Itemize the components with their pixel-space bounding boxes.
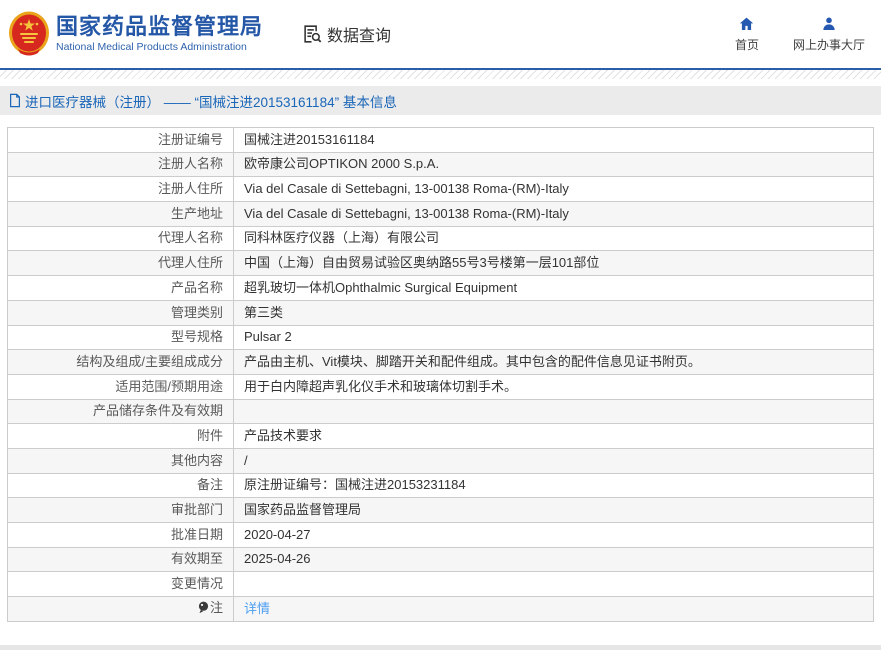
table-row: 产品名称 超乳玻切一体机Ophthalmic Surgical Equipmen… bbox=[8, 276, 874, 301]
row-value: Via del Casale di Settebagni, 13-00138 R… bbox=[234, 202, 874, 227]
registration-info-table: 注册证编号 国械注进20153161184 注册人名称 欧帝康公司OPTIKON… bbox=[7, 127, 874, 622]
row-label: 注册人住所 bbox=[8, 177, 234, 202]
row-value: 中国（上海）自由贸易试验区奥纳路55号3号楼第一层101部位 bbox=[234, 251, 874, 276]
data-query-label: 数据查询 bbox=[327, 22, 391, 46]
row-value bbox=[234, 572, 874, 597]
row-label: 结构及组成/主要组成成分 bbox=[8, 350, 234, 375]
row-value: Via del Casale di Settebagni, 13-00138 R… bbox=[234, 177, 874, 202]
row-label: 有效期至 bbox=[8, 547, 234, 572]
row-label: 型号规格 bbox=[8, 325, 234, 350]
row-label: 附件 bbox=[8, 424, 234, 449]
table-row: 注册证编号 国械注进20153161184 bbox=[8, 128, 874, 153]
table-row: 注册人名称 欧帝康公司OPTIKON 2000 S.p.A. bbox=[8, 152, 874, 177]
row-label: 产品名称 bbox=[8, 276, 234, 301]
pin-icon bbox=[198, 601, 209, 618]
table-row: 结构及组成/主要组成成分 产品由主机、Vit模块、脚踏开关和配件组成。其中包含的… bbox=[8, 350, 874, 375]
table-row: 适用范围/预期用途 用于白内障超声乳化仪手术和玻璃体切割手术。 bbox=[8, 374, 874, 399]
data-query-icon bbox=[301, 23, 323, 45]
breadcrumb-text: 进口医疗器械（注册） —— “国械注进20153161184” 基本信息 bbox=[25, 91, 397, 111]
row-label: 其他内容 bbox=[8, 448, 234, 473]
detail-link[interactable]: 详情 bbox=[244, 601, 270, 616]
row-label: 批准日期 bbox=[8, 523, 234, 548]
footer-strip bbox=[0, 645, 881, 650]
table-row: 变更情况 bbox=[8, 572, 874, 597]
table-row: 批准日期 2020-04-27 bbox=[8, 523, 874, 548]
nav-home-label: 首页 bbox=[735, 36, 759, 53]
row-label: 备注 bbox=[8, 473, 234, 498]
row-value: 产品技术要求 bbox=[234, 424, 874, 449]
row-label: 代理人名称 bbox=[8, 226, 234, 251]
row-label: 产品储存条件及有效期 bbox=[8, 399, 234, 424]
header-nav: 首页 网上办事大厅 bbox=[735, 16, 871, 53]
nav-service-hall-label: 网上办事大厅 bbox=[793, 36, 865, 53]
org-name-en: National Medical Products Administration bbox=[56, 40, 263, 54]
row-label: 注 bbox=[8, 597, 234, 622]
table-row: 审批部门 国家药品监督管理局 bbox=[8, 498, 874, 523]
breadcrumb: 进口医疗器械（注册） —— “国械注进20153161184” 基本信息 bbox=[0, 86, 881, 115]
row-value bbox=[234, 399, 874, 424]
table-row: 其他内容 / bbox=[8, 448, 874, 473]
table-row: 型号规格 Pulsar 2 bbox=[8, 325, 874, 350]
site-logo[interactable]: 国家药品监督管理局 National Medical Products Admi… bbox=[8, 11, 263, 57]
row-value: 第三类 bbox=[234, 300, 874, 325]
document-icon bbox=[8, 93, 22, 108]
nav-service-hall[interactable]: 网上办事大厅 bbox=[793, 16, 865, 53]
national-emblem-icon bbox=[8, 11, 50, 57]
nav-home[interactable]: 首页 bbox=[735, 16, 759, 53]
row-label: 注册人名称 bbox=[8, 152, 234, 177]
table-wrap: 注册证编号 国械注进20153161184 注册人名称 欧帝康公司OPTIKON… bbox=[0, 115, 881, 622]
row-label: 适用范围/预期用途 bbox=[8, 374, 234, 399]
row-value: 超乳玻切一体机Ophthalmic Surgical Equipment bbox=[234, 276, 874, 301]
row-value: 国械注进20153161184 bbox=[234, 128, 874, 153]
data-query-title: 数据查询 bbox=[301, 22, 391, 46]
table-row: 代理人名称 同科林医疗仪器（上海）有限公司 bbox=[8, 226, 874, 251]
home-icon bbox=[738, 16, 755, 32]
row-value: 原注册证编号：国械注进20153231184 bbox=[234, 473, 874, 498]
table-row: 代理人住所 中国（上海）自由贸易试验区奥纳路55号3号楼第一层101部位 bbox=[8, 251, 874, 276]
row-label: 代理人住所 bbox=[8, 251, 234, 276]
row-label: 生产地址 bbox=[8, 202, 234, 227]
table-row: 附件 产品技术要求 bbox=[8, 424, 874, 449]
row-value: Pulsar 2 bbox=[234, 325, 874, 350]
table-row: 注册人住所 Via del Casale di Settebagni, 13-0… bbox=[8, 177, 874, 202]
row-value: 2020-04-27 bbox=[234, 523, 874, 548]
table-row: 备注 原注册证编号：国械注进20153231184 bbox=[8, 473, 874, 498]
row-value: 产品由主机、Vit模块、脚踏开关和配件组成。其中包含的配件信息见证书附页。 bbox=[234, 350, 874, 375]
row-value: 2025-04-26 bbox=[234, 547, 874, 572]
org-name-cn: 国家药品监督管理局 bbox=[56, 14, 263, 40]
table-row: 注 详情 bbox=[8, 597, 874, 622]
row-label: 变更情况 bbox=[8, 572, 234, 597]
table-row: 管理类别 第三类 bbox=[8, 300, 874, 325]
person-icon bbox=[821, 16, 837, 32]
row-value: 详情 bbox=[234, 597, 874, 622]
row-value: 用于白内障超声乳化仪手术和玻璃体切割手术。 bbox=[234, 374, 874, 399]
row-value: / bbox=[234, 448, 874, 473]
row-value: 同科林医疗仪器（上海）有限公司 bbox=[234, 226, 874, 251]
row-label: 管理类别 bbox=[8, 300, 234, 325]
row-value: 欧帝康公司OPTIKON 2000 S.p.A. bbox=[234, 152, 874, 177]
row-value: 国家药品监督管理局 bbox=[234, 498, 874, 523]
site-header: 国家药品监督管理局 National Medical Products Admi… bbox=[0, 0, 881, 70]
row-label: 审批部门 bbox=[8, 498, 234, 523]
info-table-body: 注册证编号 国械注进20153161184 注册人名称 欧帝康公司OPTIKON… bbox=[8, 128, 874, 622]
decorative-hatch-band bbox=[0, 70, 881, 79]
row-label: 注册证编号 bbox=[8, 128, 234, 153]
table-row: 产品储存条件及有效期 bbox=[8, 399, 874, 424]
table-row: 有效期至 2025-04-26 bbox=[8, 547, 874, 572]
table-row: 生产地址 Via del Casale di Settebagni, 13-00… bbox=[8, 202, 874, 227]
